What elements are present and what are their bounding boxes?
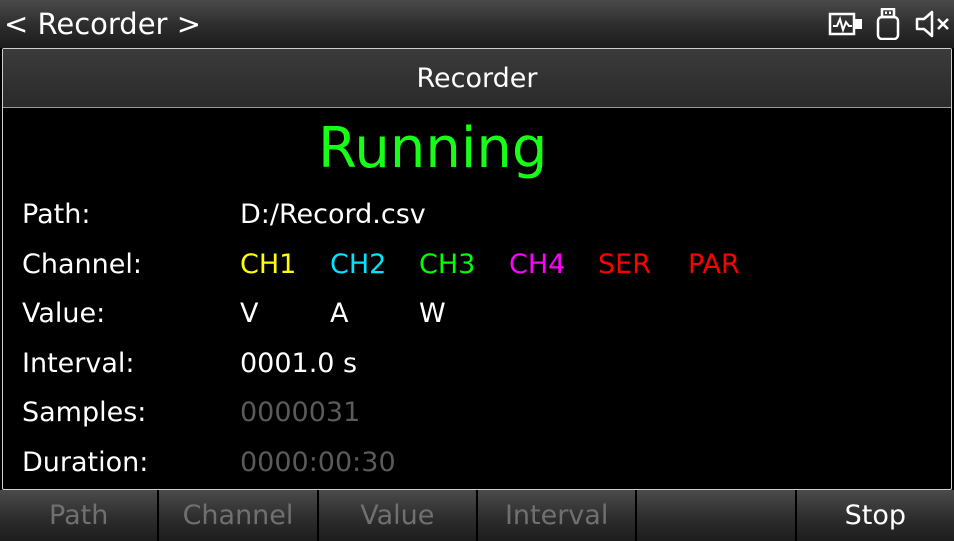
- channel-ch3: CH3: [419, 249, 476, 280]
- softkey-empty[interactable]: [637, 490, 795, 541]
- recorder-screen: < Recorder > Recorder Running Path: D:/R…: [0, 0, 954, 541]
- channel-ch1: CH1: [240, 249, 297, 280]
- channel-par: PAR: [688, 249, 740, 280]
- panel-title: Recorder: [416, 63, 538, 94]
- value-power: W: [419, 298, 446, 329]
- softkey-interval[interactable]: Interval: [477, 490, 636, 541]
- softkey-channel[interactable]: Channel: [159, 490, 317, 541]
- recorder-status: Running: [318, 116, 548, 181]
- samples-label: Samples:: [22, 397, 147, 428]
- value-current: A: [330, 298, 349, 329]
- channel-ch4: CH4: [509, 249, 566, 280]
- value-voltage: V: [240, 298, 259, 329]
- interval-label: Interval:: [22, 348, 135, 379]
- duration-value: 0000:00:30: [240, 447, 396, 478]
- channel-ser: SER: [598, 249, 651, 280]
- meter-icon: [828, 12, 862, 36]
- menu-title[interactable]: < Recorder >: [4, 4, 201, 44]
- softkey-bar: Path Channel Value Interval Stop: [0, 490, 954, 541]
- channel-ch2: CH2: [330, 249, 387, 280]
- samples-value: 0000031: [240, 397, 361, 428]
- usb-icon: [876, 8, 900, 40]
- softkey-path[interactable]: Path: [0, 490, 158, 541]
- path-value: D:/Record.csv: [240, 199, 426, 230]
- duration-label: Duration:: [22, 447, 149, 478]
- softkey-stop[interactable]: Stop: [796, 490, 954, 541]
- speaker-mute-icon: [915, 10, 949, 38]
- path-label: Path:: [22, 199, 91, 230]
- softkey-value[interactable]: Value: [318, 490, 476, 541]
- panel-header: Recorder: [3, 49, 951, 108]
- value-label: Value:: [22, 298, 106, 329]
- interval-value: 0001.0 s: [240, 348, 358, 379]
- channel-label: Channel:: [22, 249, 142, 280]
- top-bar: < Recorder >: [0, 0, 954, 48]
